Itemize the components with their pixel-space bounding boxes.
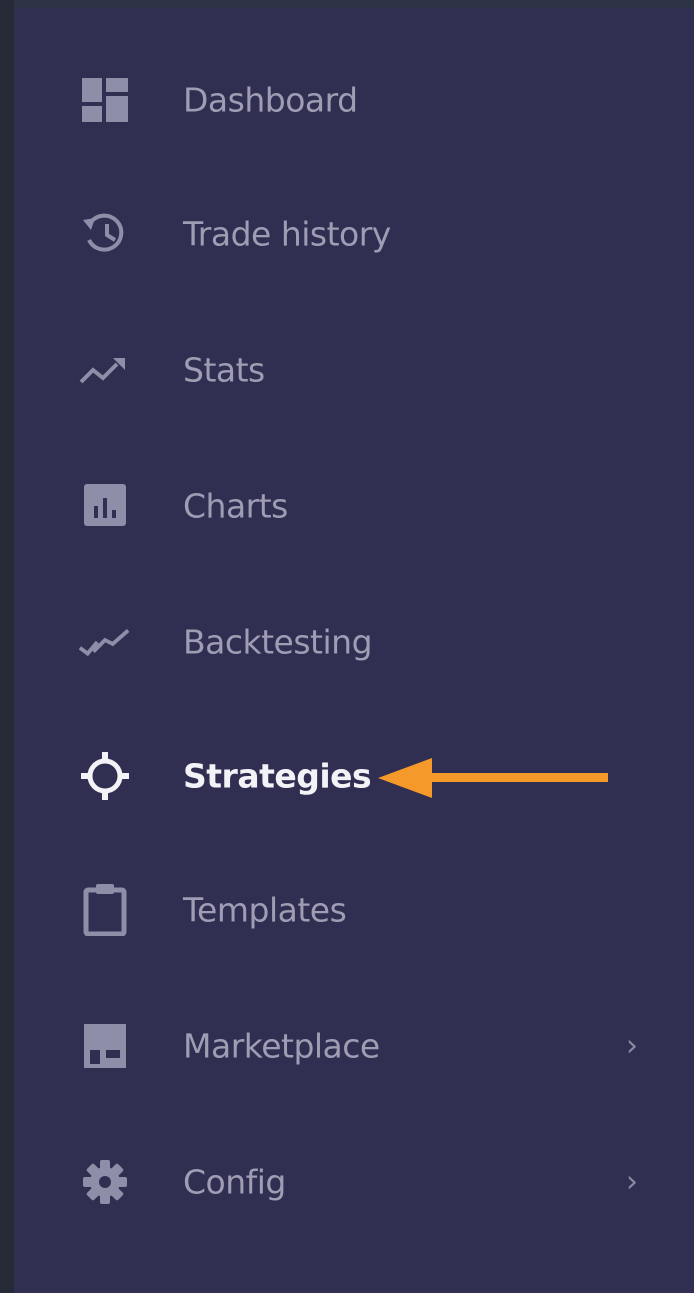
- sidebar-item-label: Templates: [183, 890, 347, 930]
- sidebar-item-backtesting[interactable]: Backtesting: [78, 610, 678, 674]
- sidebar-item-label: Backtesting: [183, 622, 373, 662]
- chevron-right-icon: ›: [626, 1164, 638, 1200]
- sidebar-item-label: Stats: [183, 350, 265, 390]
- sidebar-item-label: Trade history: [183, 214, 391, 254]
- sidebar-item-label: Dashboard: [183, 80, 358, 120]
- trend-icon: [78, 348, 132, 392]
- sidebar-item-trade-history[interactable]: Trade history: [78, 202, 678, 266]
- sidebar-item-dashboard[interactable]: Dashboard: [78, 68, 678, 132]
- store-icon: [78, 1024, 132, 1068]
- left-border: [0, 0, 14, 1293]
- sidebar-item-stats[interactable]: Stats: [78, 338, 678, 402]
- sidebar-item-label: Strategies: [183, 756, 372, 796]
- sidebar-item-label: Charts: [183, 486, 288, 526]
- bar-chart-icon: [78, 484, 132, 528]
- chevron-right-icon: ›: [626, 1028, 638, 1064]
- sidebar-item-templates[interactable]: Templates: [78, 878, 678, 942]
- dashboard-icon: [78, 78, 132, 122]
- history-icon: [78, 212, 132, 256]
- clipboard-icon: [78, 884, 132, 936]
- backtest-icon: [78, 620, 132, 664]
- app-frame: Dashboard Trade history Stats Charts Bac…: [0, 0, 694, 1293]
- top-border: [0, 0, 694, 8]
- sidebar-nav: Dashboard Trade history Stats Charts Bac…: [14, 8, 694, 1293]
- sidebar-item-config[interactable]: Config ›: [78, 1150, 678, 1214]
- crosshair-icon: [78, 752, 132, 800]
- annotation-arrow-icon: [378, 758, 608, 798]
- sidebar-item-charts[interactable]: Charts: [78, 474, 678, 538]
- sidebar-item-marketplace[interactable]: Marketplace ›: [78, 1014, 678, 1078]
- gear-icon: [78, 1160, 132, 1204]
- sidebar-item-label: Config: [183, 1162, 286, 1202]
- sidebar-item-label: Marketplace: [183, 1026, 380, 1066]
